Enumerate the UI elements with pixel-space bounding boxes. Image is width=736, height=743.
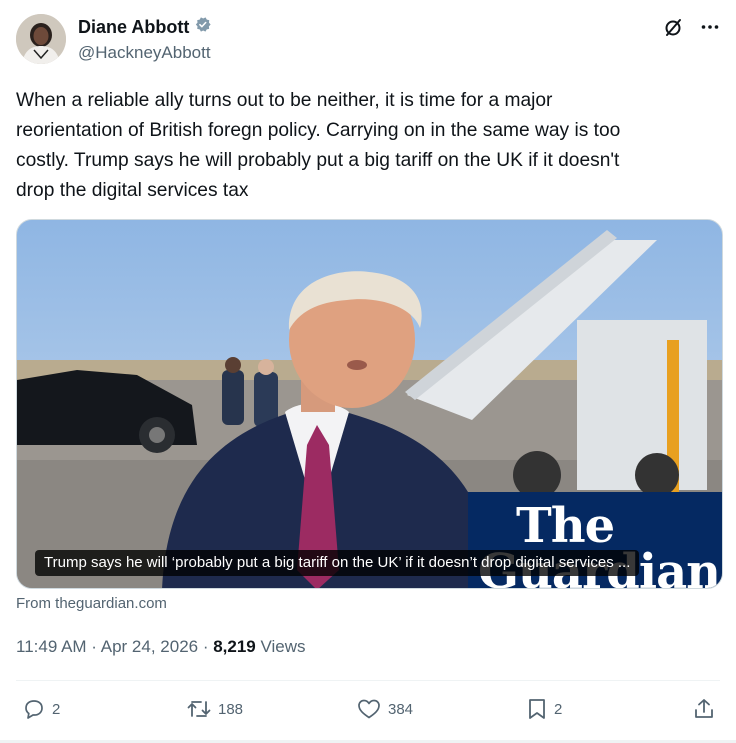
verified-badge-icon xyxy=(193,15,212,39)
card-source[interactable]: From theguardian.com xyxy=(16,595,167,612)
divider xyxy=(16,680,720,681)
retweet-button[interactable]: 188 xyxy=(186,697,243,721)
meta-separator: · xyxy=(198,637,214,656)
reply-button[interactable]: 2 xyxy=(22,697,60,721)
like-button[interactable]: 384 xyxy=(356,697,413,721)
avatar[interactable] xyxy=(16,14,66,64)
card-caption[interactable]: Trump says he will ‘probably put a big t… xyxy=(35,550,640,576)
tweet-time[interactable]: 11:49 AM xyxy=(16,637,87,656)
tweet-text: When a reliable ally turns out to be nei… xyxy=(16,90,621,201)
views-label: Views xyxy=(255,637,306,656)
bookmark-button[interactable]: 2 xyxy=(526,697,562,721)
tweet-meta: 11:49 AM · Apr 24, 2026 · 8,219 Views xyxy=(16,637,306,657)
author-block: Diane Abbott @HackneyAbbott xyxy=(78,15,212,63)
author-handle[interactable]: @HackneyAbbott xyxy=(78,43,212,63)
header-actions xyxy=(662,16,720,38)
bookmark-icon xyxy=(526,697,548,721)
meta-separator: · xyxy=(86,637,101,656)
tweet-actions: 2 188 384 2 xyxy=(16,697,720,727)
author-name[interactable]: Diane Abbott xyxy=(78,17,189,38)
retweet-icon xyxy=(186,697,212,721)
profile-photo xyxy=(16,14,66,64)
slash-circle-icon[interactable] xyxy=(662,16,684,38)
share-button[interactable] xyxy=(692,697,716,721)
heart-icon xyxy=(356,697,382,721)
like-count: 384 xyxy=(388,700,414,718)
share-icon xyxy=(692,697,716,721)
retweet-count: 188 xyxy=(218,700,244,718)
views-count: 8,219 xyxy=(213,637,256,656)
bookmark-count: 2 xyxy=(554,700,563,718)
link-card-media[interactable]: The Guardian Trump says he will ‘probabl… xyxy=(16,219,723,589)
tweet-date[interactable]: Apr 24, 2026 xyxy=(101,637,198,656)
more-icon[interactable] xyxy=(700,17,720,37)
reply-icon xyxy=(22,697,46,721)
reply-count: 2 xyxy=(52,700,61,718)
